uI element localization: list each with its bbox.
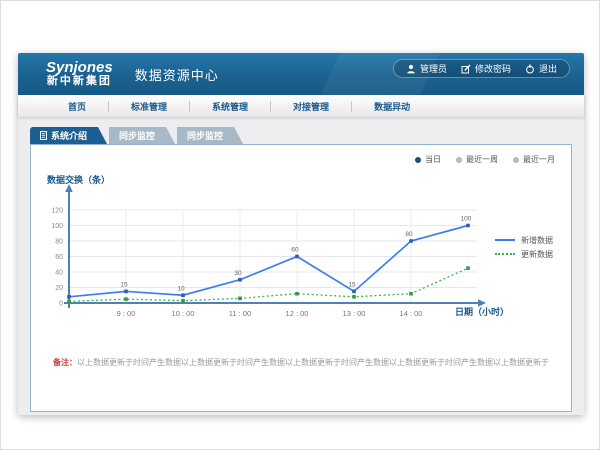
svg-text:80: 80 (405, 231, 413, 238)
nav-item-data-change[interactable]: 数据异动 (360, 100, 424, 113)
nav-item-system-mgmt[interactable]: 系统管理 (198, 100, 262, 113)
logout-label: 退出 (539, 62, 557, 75)
tab-sync-monitor-2[interactable]: 同步监控 (177, 127, 243, 144)
content-area: 系统介绍 同步监控 同步监控 当日 最近一周 (18, 117, 584, 415)
footnote-text: 以上数据更新于时间产生数据以上数据更新于时间产生数据以上数据更新于时间产生数据以… (77, 358, 549, 367)
footnote-prefix: 备注： (53, 358, 77, 367)
power-icon (525, 64, 535, 74)
tab-bar: 系统介绍 同步监控 同步监控 (30, 127, 243, 144)
user-name-button[interactable]: 管理员 (406, 62, 447, 75)
tab-label: 同步监控 (187, 129, 223, 142)
nav-item-home[interactable]: 首页 (54, 100, 100, 113)
tab-sync-monitor-1[interactable]: 同步监控 (109, 127, 175, 144)
user-name-label: 管理员 (420, 62, 447, 75)
svg-text:11 : 00: 11 : 00 (229, 309, 251, 318)
tab-label: 系统介绍 (51, 129, 87, 142)
svg-text:10 : 00: 10 : 00 (172, 309, 195, 318)
nav-item-standard-mgmt[interactable]: 标准管理 (117, 100, 181, 113)
svg-text:120: 120 (51, 208, 63, 215)
logo-text-en: Synjones (46, 60, 113, 76)
exchange-line-chart: 0 20 40 60 80 100 120 9 : 00 10 : 00 11 : 00 12 : … (31, 145, 571, 411)
svg-text:0: 0 (59, 301, 63, 308)
tab-label: 同步监控 (119, 129, 155, 142)
svg-text:100: 100 (461, 216, 472, 223)
svg-text:12 : 00: 12 : 00 (286, 309, 309, 318)
nav-divider (351, 101, 352, 112)
series-legend: 新增数据 更新数据 (495, 233, 553, 261)
svg-text:15: 15 (348, 281, 356, 288)
legend-item-new-data: 新增数据 (495, 233, 553, 247)
green-dotted-swatch (495, 253, 515, 255)
main-nav: 首页 标准管理 系统管理 对接管理 数据异动 (18, 95, 584, 117)
logo-text-cn: 新中新集团 (46, 76, 113, 88)
company-logo: Synjones 新中新集团 (46, 60, 113, 87)
document-icon (40, 131, 47, 140)
svg-text:100: 100 (51, 223, 63, 230)
chart-panel: 当日 最近一周 最近一月 数据交换（条） 0204060801001209 : … (30, 144, 572, 412)
svg-text:80: 80 (55, 239, 63, 246)
tab-system-intro[interactable]: 系统介绍 (30, 127, 107, 144)
change-password-label: 修改密码 (475, 62, 511, 75)
footnote: 备注：以上数据更新于时间产生数据以上数据更新于时间产生数据以上数据更新于时间产生… (53, 357, 561, 368)
edit-icon (461, 64, 471, 74)
legend-label: 新增数据 (521, 235, 553, 246)
svg-text:13 : 00: 13 : 00 (343, 309, 366, 318)
svg-text:40: 40 (55, 270, 63, 277)
nav-divider (189, 101, 190, 112)
logout-button[interactable]: 退出 (525, 62, 557, 75)
legend-item-updated-data: 更新数据 (495, 247, 553, 261)
user-icon (406, 64, 416, 74)
app-window: Synjones 新中新集团 数据资源中心 管理员 修改密码 (18, 53, 584, 415)
user-menu: 管理员 修改密码 退出 (393, 59, 570, 78)
page-title: 数据资源中心 (135, 65, 219, 84)
nav-divider (108, 101, 109, 112)
legend-label: 更新数据 (521, 249, 553, 260)
svg-text:30: 30 (234, 270, 242, 277)
header: Synjones 新中新集团 数据资源中心 管理员 修改密码 (18, 53, 584, 95)
svg-text:15: 15 (120, 281, 128, 288)
blue-line-swatch (495, 239, 515, 241)
svg-text:14 : 00: 14 : 00 (400, 309, 423, 318)
svg-text:60: 60 (55, 254, 63, 261)
nav-divider (270, 101, 271, 112)
nav-item-interface-mgmt[interactable]: 对接管理 (279, 100, 343, 113)
svg-text:10: 10 (177, 285, 185, 292)
x-axis-title: 日期（小时） (455, 305, 509, 318)
svg-text:20: 20 (55, 285, 63, 292)
svg-text:9 : 00: 9 : 00 (117, 309, 136, 318)
change-password-button[interactable]: 修改密码 (461, 62, 511, 75)
screen: Synjones 新中新集团 数据资源中心 管理员 修改密码 (0, 0, 600, 450)
svg-text:60: 60 (291, 247, 299, 254)
